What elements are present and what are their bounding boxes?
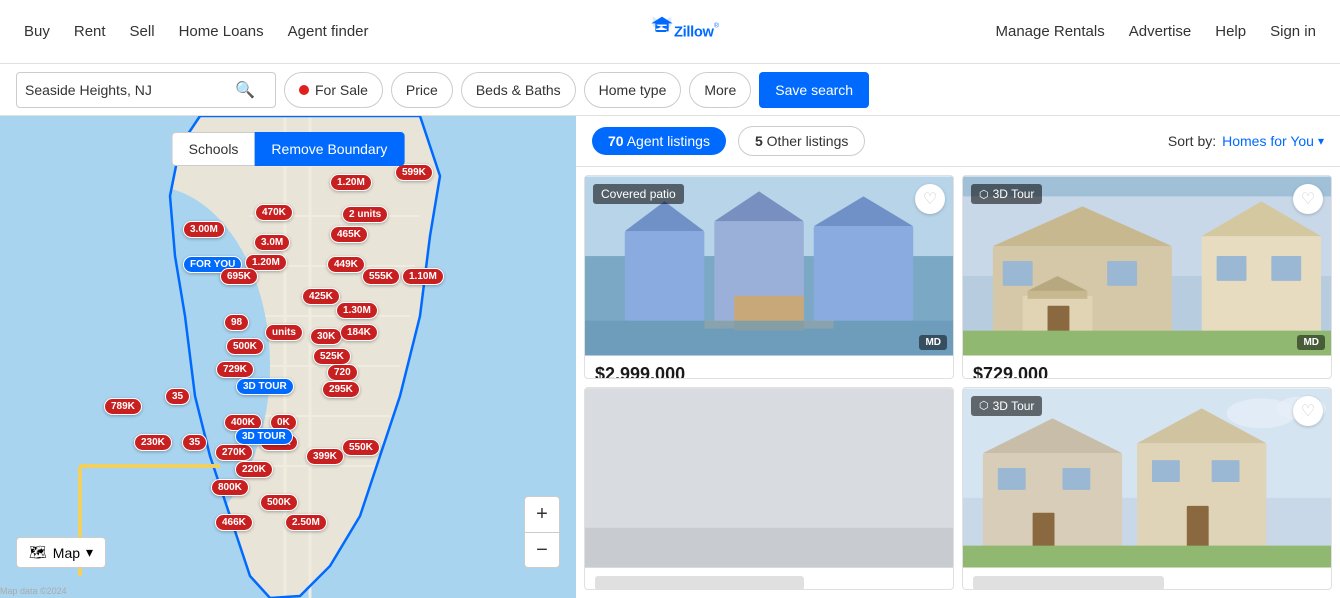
nav-sign-in[interactable]: Sign in	[1270, 23, 1316, 40]
more-button[interactable]: More	[689, 72, 751, 108]
listing-card-2[interactable]: ⬡ 3D Tour ♡ MD $729,000 4 bds 2 ba -- sq…	[962, 175, 1332, 379]
map-controls: + −	[524, 496, 560, 568]
agent-listings-tab[interactable]: 70 Agent listings	[592, 127, 726, 155]
map-icon: 🗺	[29, 544, 47, 561]
nav-help[interactable]: Help	[1215, 23, 1246, 40]
listing-price-1: $2,999,000	[595, 364, 943, 379]
cube-icon-4: ⬡	[979, 399, 989, 412]
home-type-button[interactable]: Home type	[584, 72, 682, 108]
svg-text:®: ®	[714, 21, 719, 29]
search-icon: 🔍	[235, 82, 255, 99]
sort-chevron-icon: ▾	[1318, 134, 1324, 148]
listing-heart-1[interactable]: ♡	[915, 184, 945, 214]
listings-header: 70 Agent listings 5 Other listings Sort …	[576, 116, 1340, 167]
top-nav: Buy Rent Sell Home Loans Agent finder Zi…	[0, 0, 1340, 64]
search-input-wrap[interactable]: 🔍	[16, 72, 276, 108]
listing-image-1: Covered patio ♡ MD	[585, 176, 953, 356]
listing-info-3	[585, 568, 953, 591]
zillow-logo: Zillow ®	[642, 10, 722, 54]
nav-buy[interactable]: Buy	[24, 23, 50, 40]
map-type-button[interactable]: 🗺 Map ▾	[16, 537, 106, 568]
map-area[interactable]: Map data ©2024 Schools Remove Boundary 5…	[0, 116, 576, 598]
map-background: Map data ©2024	[0, 116, 576, 598]
nav-manage-rentals[interactable]: Manage Rentals	[995, 23, 1104, 40]
chevron-down-icon: ▾	[86, 544, 93, 561]
listing-info-2: $729,000 4 bds 2 ba -- sqft · Multi-fami…	[963, 356, 1331, 379]
listing-card-1[interactable]: Covered patio ♡ MD $2,999,000 5 bds 5 ba…	[584, 175, 954, 379]
save-search-button[interactable]: Save search	[759, 72, 869, 108]
filter-bar: 🔍 For Sale Price Beds & Baths Home type …	[0, 64, 1340, 116]
red-dot-icon	[299, 85, 309, 95]
nav-agent-finder[interactable]: Agent finder	[288, 23, 369, 40]
remove-boundary-button[interactable]: Remove Boundary	[254, 132, 404, 166]
nav-home-loans[interactable]: Home Loans	[179, 23, 264, 40]
listing-info-4	[963, 568, 1331, 591]
nav-right: Manage Rentals Advertise Help Sign in	[995, 23, 1316, 40]
schools-button[interactable]: Schools	[172, 132, 255, 166]
zoom-out-button[interactable]: −	[524, 532, 560, 568]
search-input[interactable]	[25, 82, 235, 98]
listing-card-4[interactable]: ⬡ 3D Tour ♡	[962, 387, 1332, 591]
sort-by: Sort by: Homes for You ▾	[1168, 133, 1324, 149]
listing-photo-3	[585, 388, 953, 568]
listing-badge-2: ⬡ 3D Tour	[971, 184, 1042, 204]
listings-grid: Covered patio ♡ MD $2,999,000 5 bds 5 ba…	[576, 167, 1340, 598]
beds-baths-button[interactable]: Beds & Baths	[461, 72, 576, 108]
main-content: Map data ©2024 Schools Remove Boundary 5…	[0, 116, 1340, 598]
svg-text:Zillow: Zillow	[674, 24, 714, 40]
nav-left: Buy Rent Sell Home Loans Agent finder	[24, 23, 369, 40]
nav-sell[interactable]: Sell	[130, 23, 155, 40]
nav-advertise[interactable]: Advertise	[1129, 23, 1192, 40]
cube-icon: ⬡	[979, 188, 989, 201]
listing-logo-2: MD	[1297, 335, 1325, 350]
price-button[interactable]: Price	[391, 72, 453, 108]
listing-image-2: ⬡ 3D Tour ♡ MD	[963, 176, 1331, 356]
nav-rent[interactable]: Rent	[74, 23, 106, 40]
listing-image-4: ⬡ 3D Tour ♡	[963, 388, 1331, 568]
listing-heart-2[interactable]: ♡	[1293, 184, 1323, 214]
for-sale-button[interactable]: For Sale	[284, 72, 383, 108]
map-buttons-top: Schools Remove Boundary	[172, 132, 405, 166]
listings-panel: 70 Agent listings 5 Other listings Sort …	[576, 116, 1340, 598]
listing-info-1: $2,999,000 5 bds 5 ba -- sqft · House fo…	[585, 356, 953, 379]
listing-heart-4[interactable]: ♡	[1293, 396, 1323, 426]
listing-image-3	[585, 388, 953, 568]
listing-card-3[interactable]	[584, 387, 954, 591]
listing-price-2: $729,000	[973, 364, 1321, 379]
listing-badge-4: ⬡ 3D Tour	[971, 396, 1042, 416]
svg-text:Map data ©2024: Map data ©2024	[0, 586, 67, 596]
search-icon-button[interactable]: 🔍	[235, 80, 255, 100]
other-listings-tab[interactable]: 5 Other listings	[738, 126, 865, 156]
logo-container[interactable]: Zillow ®	[642, 10, 722, 54]
sort-dropdown[interactable]: Homes for You ▾	[1222, 133, 1324, 149]
listing-badge-1: Covered patio	[593, 184, 684, 204]
listing-logo-1: MD	[919, 335, 947, 350]
zoom-in-button[interactable]: +	[524, 496, 560, 532]
